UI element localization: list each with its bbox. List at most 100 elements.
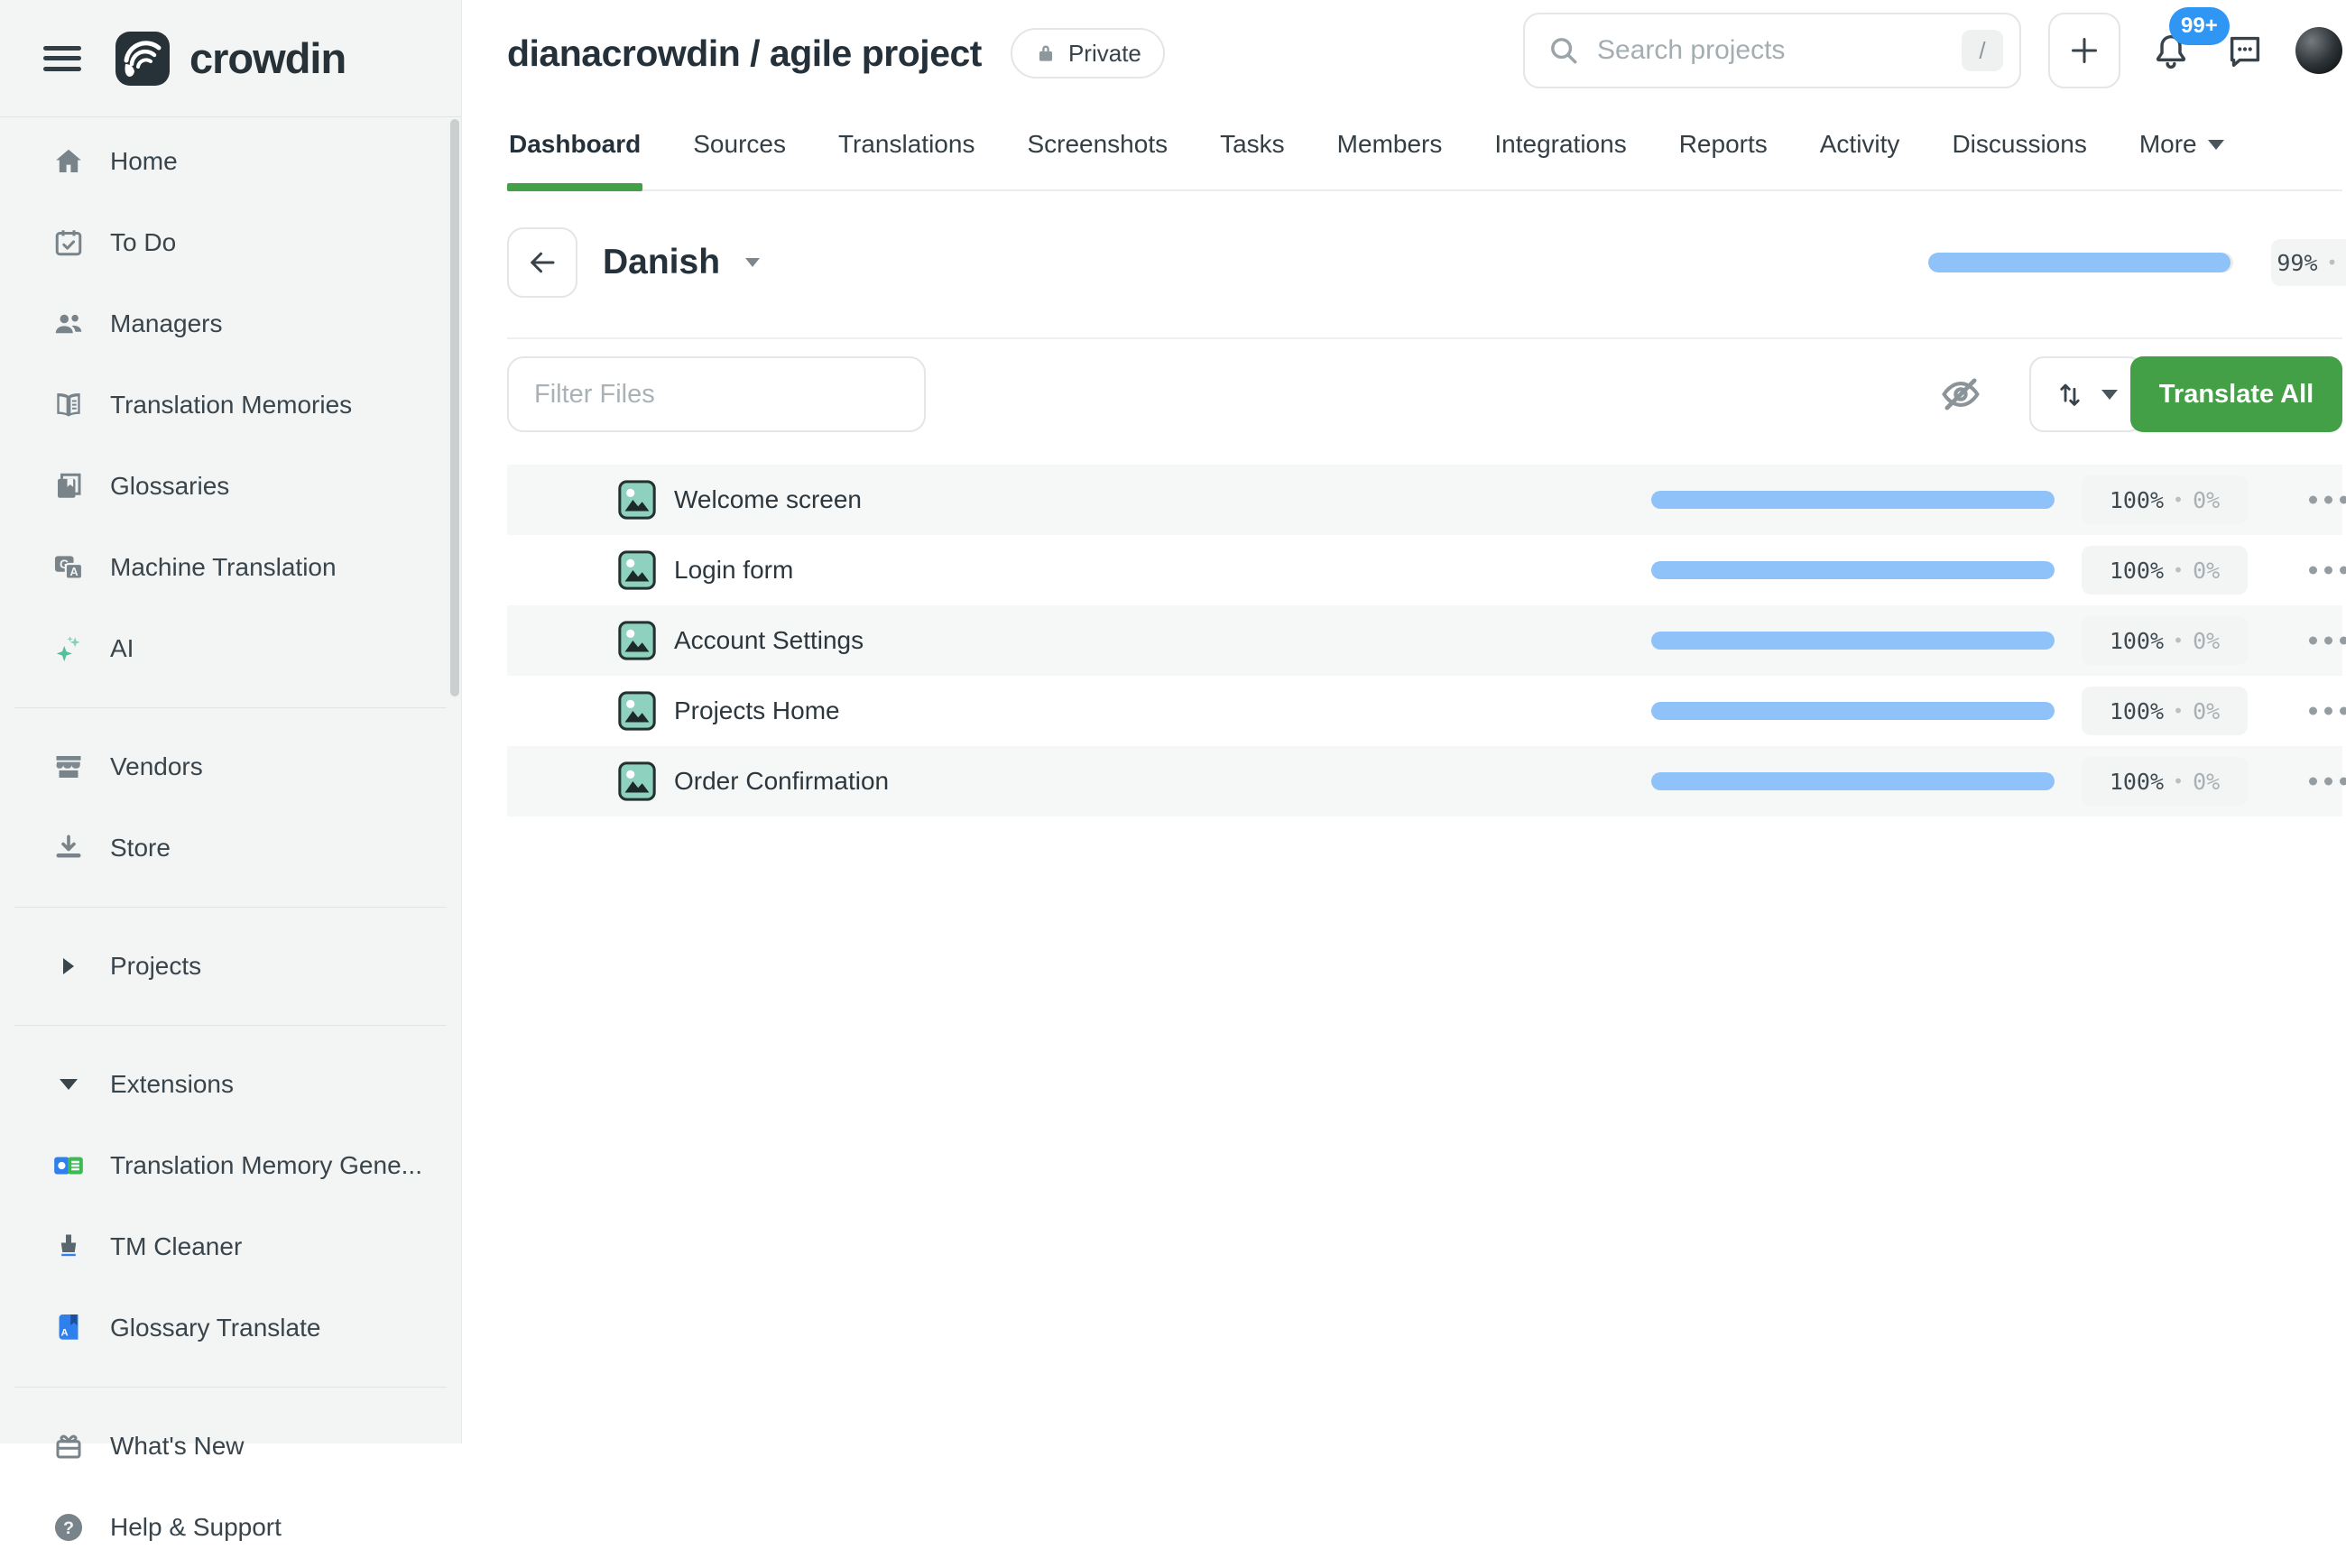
sidebar-item-todo[interactable]: To Do [0,202,461,283]
tab-tasks[interactable]: Tasks [1218,117,1287,189]
sidebar-nav: Home To Do Managers Translation Memories… [0,117,461,1568]
file-row[interactable]: Login form 100%•0% [507,535,2342,605]
sidebar-divider [14,1387,447,1388]
file-progress-bar [1651,561,2055,579]
caret-right-icon [49,958,88,974]
home-icon [49,145,88,178]
glossary-translate-icon: A [49,1312,88,1344]
translate-all-button[interactable]: Translate All [2130,356,2342,432]
file-name[interactable]: Order Confirmation [674,767,889,796]
search-input[interactable] [1597,35,1945,66]
tab-discussions[interactable]: Discussions [1950,117,2088,189]
hide-completed-toggle[interactable] [1937,371,1984,418]
sidebar-item-glossaries[interactable]: Glossaries [0,446,461,527]
sidebar-item-machine-translation[interactable]: GA Machine Translation [0,527,461,608]
sort-button[interactable] [2029,356,2143,432]
file-name[interactable]: Projects Home [674,696,840,725]
tab-translations[interactable]: Translations [836,117,976,189]
tm-generator-icon [49,1148,88,1183]
file-menu-button[interactable] [2298,485,2346,515]
language-name: Danish [603,243,720,282]
glossaries-icon [49,470,88,503]
file-name[interactable]: Account Settings [674,626,864,655]
notifications-button[interactable]: 99+ [2147,27,2194,74]
file-row[interactable]: Welcome screen 100%•0% [507,465,2342,535]
ellipsis-icon [2309,496,2317,504]
sidebar-divider [14,1025,447,1026]
file-menu-button[interactable] [2298,556,2346,586]
project-header: dianacrowdin / agile project Private [507,16,1165,90]
vendors-icon [49,751,88,783]
page-title: dianacrowdin / agile project [507,32,982,75]
tab-activity[interactable]: Activity [1818,117,1902,189]
plus-icon [2066,32,2102,69]
file-list: Welcome screen 100%•0% Login form 100%•0… [507,465,2342,816]
file-progress-bar [1651,632,2055,650]
ellipsis-icon [2309,707,2317,715]
tab-reports[interactable]: Reports [1677,117,1769,189]
header-actions: / 99+ [1523,0,2342,101]
sidebar-item-projects[interactable]: Projects [0,926,461,1007]
image-file-icon [616,620,658,661]
file-name[interactable]: Welcome screen [674,485,862,514]
file-menu-button[interactable] [2298,767,2346,797]
ellipsis-icon [2309,637,2317,645]
sidebar-item-whats-new[interactable]: What's New [0,1406,461,1487]
file-row[interactable]: Order Confirmation 100%•0% [507,746,2342,816]
chat-icon [2224,30,2266,71]
file-progress-label: 100%•0% [2082,687,2248,735]
tm-cleaner-icon [49,1231,88,1263]
sidebar-divider [14,707,447,708]
caret-down-icon [2208,140,2224,150]
tab-screenshots[interactable]: Screenshots [1025,117,1169,189]
filter-files-input[interactable] [507,356,926,432]
tab-dashboard[interactable]: Dashboard [507,117,642,189]
crowdin-logo[interactable]: crowdin [114,30,346,88]
create-project-button[interactable] [2048,13,2120,88]
crowdin-logo-text: crowdin [189,33,346,83]
managers-icon [49,307,88,341]
divider [507,337,2342,339]
tab-members[interactable]: Members [1335,117,1445,189]
file-progress-bar [1651,491,2055,509]
tab-sources[interactable]: Sources [691,117,788,189]
file-menu-button[interactable] [2298,696,2346,726]
sidebar-item-store[interactable]: Store [0,807,461,889]
sidebar-item-tm-generator[interactable]: Translation Memory Gene... [0,1125,461,1206]
sidebar-item-ai[interactable]: AI [0,608,461,689]
messages-button[interactable] [2221,27,2268,74]
sidebar-item-extensions[interactable]: Extensions [0,1044,461,1125]
sidebar-item-translation-memories[interactable]: Translation Memories [0,364,461,446]
language-progress-label: 99% • 0% [2271,239,2346,286]
whats-new-gift-icon [49,1430,88,1462]
hamburger-menu-icon[interactable] [42,41,83,77]
file-name[interactable]: Login form [674,556,793,585]
ellipsis-icon [2309,567,2317,575]
crowdin-logo-icon [114,30,171,88]
sidebar-item-help[interactable]: ? Help & Support [0,1487,461,1568]
tab-more[interactable]: More [2138,117,2226,189]
language-selector[interactable]: Danish [603,243,760,282]
tab-integrations[interactable]: Integrations [1492,117,1628,189]
todo-calendar-icon [49,226,88,259]
back-button[interactable] [507,227,577,298]
sidebar-item-managers[interactable]: Managers [0,283,461,364]
sidebar-item-glossary-translate[interactable]: A Glossary Translate [0,1287,461,1369]
file-menu-button[interactable] [2298,626,2346,656]
sidebar-item-home[interactable]: Home [0,121,461,202]
svg-text:?: ? [63,1518,74,1538]
project-tabs: Dashboard Sources Translations Screensho… [507,117,2342,191]
help-icon: ? [49,1510,88,1545]
sidebar-header: crowdin [0,0,461,117]
sidebar-item-tm-cleaner[interactable]: TM Cleaner [0,1206,461,1287]
main-content: dianacrowdin / agile project Private / 9… [463,0,2346,1443]
sidebar-scrollbar[interactable] [450,119,459,696]
translation-memories-icon [49,388,88,422]
image-file-icon [616,549,658,591]
sidebar-item-vendors[interactable]: Vendors [0,726,461,807]
file-progress-label: 100%•0% [2082,616,2248,665]
file-row[interactable]: Projects Home 100%•0% [507,676,2342,746]
file-row[interactable]: Account Settings 100%•0% [507,605,2342,676]
user-avatar[interactable] [2295,27,2342,74]
eye-off-icon [1937,371,1984,418]
